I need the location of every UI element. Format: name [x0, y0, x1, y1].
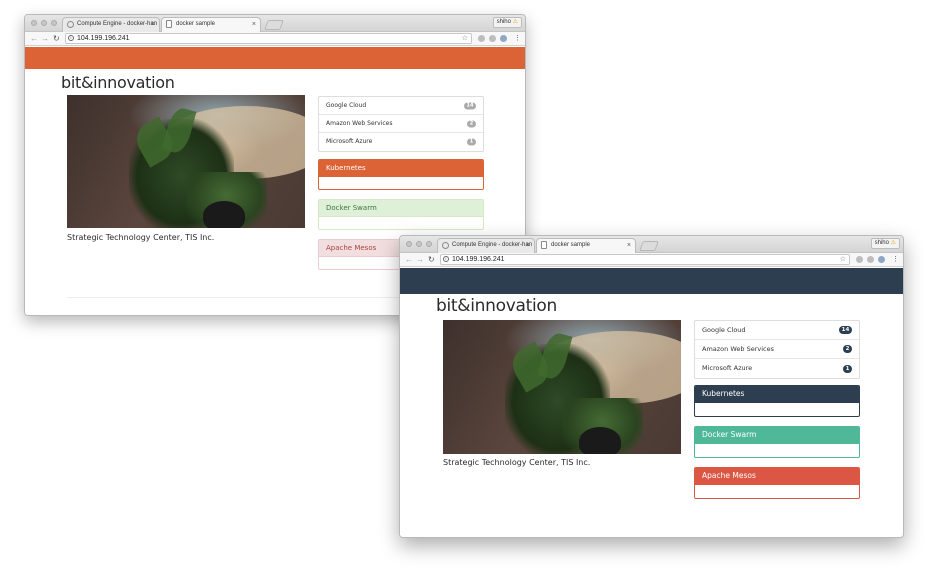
tab-title: docker sample — [176, 21, 216, 27]
page-icon — [166, 20, 172, 28]
count-badge: 1 — [467, 138, 476, 146]
zoom-window-button[interactable] — [51, 20, 57, 26]
tab-compute-engine[interactable]: Compute Engine - docker-han × — [437, 238, 535, 253]
list-item-azure[interactable]: Microsoft Azure 1 — [319, 133, 483, 151]
bookmark-star-icon[interactable]: ☆ — [462, 34, 468, 43]
reload-icon[interactable]: ↻ — [428, 254, 435, 265]
profile-name: shiho — [874, 240, 889, 246]
close-window-button[interactable] — [406, 241, 412, 247]
site-logo: bit&innovation — [61, 73, 175, 92]
minimize-window-button[interactable] — [41, 20, 47, 26]
close-tab-icon[interactable]: × — [151, 18, 155, 31]
close-tab-icon[interactable]: × — [627, 239, 631, 252]
new-tab-button[interactable] — [639, 241, 659, 251]
provider-list: Google Cloud 14 Amazon Web Services 2 Mi… — [694, 320, 860, 379]
extension-shield-icon[interactable] — [878, 256, 885, 263]
panel-heading: Apache Mesos — [695, 468, 859, 485]
minimize-window-button[interactable] — [416, 241, 422, 247]
list-item-label: Google Cloud — [326, 102, 367, 109]
tab-docker-sample[interactable]: docker sample × — [536, 238, 636, 254]
warning-icon: ⚠ — [512, 19, 518, 25]
panel-docker-swarm: Docker Swarm — [318, 199, 484, 230]
count-badge: 2 — [843, 345, 852, 353]
count-badge: 2 — [467, 120, 476, 127]
back-arrow-icon[interactable]: ← — [30, 33, 38, 44]
header-banner — [25, 47, 525, 69]
panel-kubernetes: Kubernetes — [694, 385, 860, 417]
warning-icon: ⚠ — [890, 240, 896, 246]
list-item-label: Google Cloud — [702, 326, 746, 334]
globe-icon — [442, 242, 449, 249]
address-bar[interactable]: i 104.199.196.241 ☆ — [65, 33, 472, 44]
page-content: bit&innovation Strategic Technology Cent… — [400, 268, 903, 537]
site-logo: bit&innovation — [436, 296, 557, 316]
count-badge: 14 — [464, 102, 476, 109]
count-badge: 14 — [839, 326, 852, 334]
list-item-label: Amazon Web Services — [702, 345, 774, 353]
panel-kubernetes: Kubernetes — [318, 159, 484, 190]
tab-title: docker sample — [551, 242, 591, 248]
extension-icon[interactable] — [856, 256, 863, 263]
extension-cloud-icon[interactable] — [489, 35, 496, 42]
back-arrow-icon[interactable]: ← — [405, 254, 413, 265]
panel-apache-mesos: Apache Mesos — [694, 467, 860, 499]
info-icon[interactable]: i — [68, 35, 74, 41]
list-item-label: Amazon Web Services — [326, 120, 393, 127]
close-tab-icon[interactable]: × — [252, 18, 256, 31]
menu-dots-icon[interactable]: ⋮ — [892, 254, 899, 265]
list-item-google-cloud[interactable]: Google Cloud 14 — [319, 97, 483, 115]
zoom-window-button[interactable] — [426, 241, 432, 247]
browser-toolbar: ← → ↻ i 104.199.196.241 ☆ ⋮ — [400, 253, 903, 267]
panel-heading: Docker Swarm — [695, 427, 859, 444]
close-window-button[interactable] — [31, 20, 37, 26]
tab-title: Compute Engine - docker-han — [77, 21, 158, 27]
tab-docker-sample[interactable]: docker sample × — [161, 17, 261, 33]
list-item-label: Microsoft Azure — [702, 364, 753, 372]
reload-icon[interactable]: ↻ — [53, 33, 60, 44]
profile-button[interactable]: shiho ⚠ — [492, 17, 522, 28]
window-controls — [406, 241, 432, 247]
hero-image — [443, 320, 681, 454]
hero-caption: Strategic Technology Center, TIS Inc. — [67, 233, 215, 242]
header-banner — [400, 268, 903, 294]
panel-docker-swarm: Docker Swarm — [694, 426, 860, 458]
title-bar: Compute Engine - docker-han × docker sam… — [25, 15, 525, 33]
browser-toolbar: ← → ↻ i 104.199.196.241 ☆ ⋮ — [25, 32, 525, 46]
url-text: 104.199.196.241 — [77, 35, 130, 42]
extension-cloud-icon[interactable] — [867, 256, 874, 263]
panel-heading: Docker Swarm — [319, 200, 483, 217]
hero-image — [67, 95, 305, 228]
profile-button[interactable]: shiho ⚠ — [870, 238, 900, 249]
forward-arrow-icon[interactable]: → — [416, 254, 424, 265]
panel-heading: Kubernetes — [319, 160, 483, 177]
browser-window-navy-theme: Compute Engine - docker-han × docker sam… — [399, 235, 904, 538]
hero-caption: Strategic Technology Center, TIS Inc. — [443, 458, 591, 467]
extension-shield-icon[interactable] — [500, 35, 507, 42]
provider-list: Google Cloud 14 Amazon Web Services 2 Mi… — [318, 96, 484, 152]
extension-icon[interactable] — [478, 35, 485, 42]
list-item-label: Microsoft Azure — [326, 138, 373, 145]
globe-icon — [67, 21, 74, 28]
list-item-azure[interactable]: Microsoft Azure 1 — [695, 359, 859, 378]
window-controls — [31, 20, 57, 26]
title-bar: Compute Engine - docker-han × docker sam… — [400, 236, 903, 254]
profile-name: shiho — [496, 19, 511, 25]
bookmark-star-icon[interactable]: ☆ — [840, 255, 846, 264]
url-text: 104.199.196.241 — [452, 256, 505, 263]
list-item-aws[interactable]: Amazon Web Services 2 — [319, 115, 483, 133]
close-tab-icon[interactable]: × — [526, 239, 530, 252]
tab-title: Compute Engine - docker-han — [452, 242, 533, 248]
list-item-aws[interactable]: Amazon Web Services 2 — [695, 340, 859, 359]
tab-compute-engine[interactable]: Compute Engine - docker-han × — [62, 17, 160, 32]
list-item-google-cloud[interactable]: Google Cloud 14 — [695, 321, 859, 340]
panel-heading: Kubernetes — [695, 386, 859, 403]
page-icon — [541, 241, 547, 249]
count-badge: 1 — [843, 364, 852, 373]
new-tab-button[interactable] — [264, 20, 284, 30]
menu-dots-icon[interactable]: ⋮ — [514, 33, 521, 44]
forward-arrow-icon[interactable]: → — [41, 33, 49, 44]
address-bar[interactable]: i 104.199.196.241 ☆ — [440, 254, 850, 265]
info-icon[interactable]: i — [443, 256, 449, 262]
